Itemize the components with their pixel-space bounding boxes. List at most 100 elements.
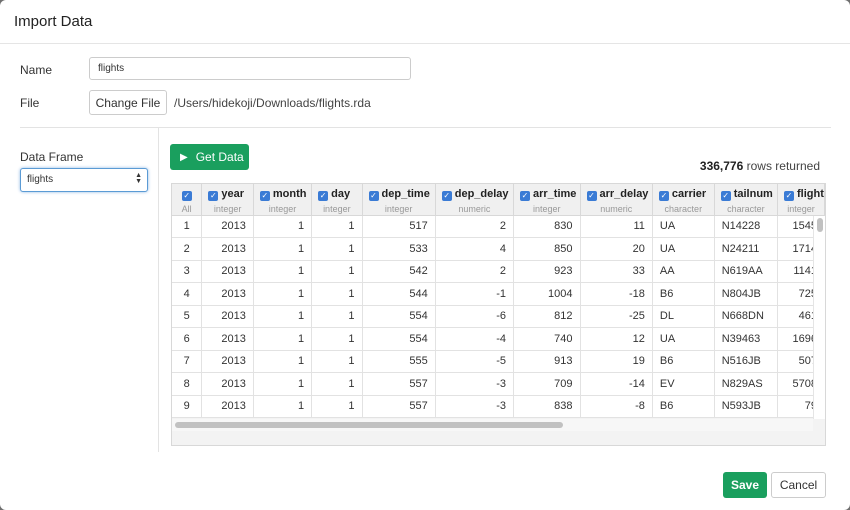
table-cell: 850: [513, 237, 581, 261]
table-cell: 554: [362, 305, 436, 328]
table-cell: -5: [435, 350, 515, 373]
table-cell: 2013: [201, 350, 254, 373]
checkbox-checked-icon[interactable]: ✓: [784, 191, 795, 201]
table-cell: 913: [513, 350, 581, 373]
table-cell: 2: [435, 215, 515, 238]
column-name: day: [331, 188, 351, 200]
column-header-dep-time[interactable]: ✓ dep_time integer: [362, 184, 436, 216]
table-cell: -25: [580, 305, 653, 328]
vertical-divider: [158, 128, 159, 452]
table-cell: N804JB: [714, 282, 779, 306]
checkbox-checked-icon[interactable]: ✓: [720, 191, 731, 201]
table-cell: 557: [362, 395, 436, 418]
table-cell: 1: [253, 350, 313, 373]
column-type: integer: [213, 204, 242, 214]
table-cell: 1: [311, 215, 363, 238]
change-file-button[interactable]: Change File: [89, 90, 167, 115]
table-cell: UA: [652, 237, 715, 261]
select-all-label: All: [181, 204, 192, 214]
checkbox-checked-icon[interactable]: ✓: [259, 191, 270, 201]
select-all-header[interactable]: ✓ All: [172, 184, 203, 216]
table-cell: 557: [362, 372, 436, 396]
column-header-dep-delay[interactable]: ✓ dep_delay numeric: [435, 184, 515, 216]
table-cell: 2013: [201, 215, 254, 238]
column-type: integer: [268, 204, 297, 214]
table-cell: 542: [362, 260, 436, 283]
table-cell: 1: [311, 395, 363, 418]
column-type: integer: [323, 204, 351, 214]
table-row: 1 2013 1 1 517 2 830 11 UA N14228 1545: [172, 215, 825, 238]
save-button[interactable]: Save: [723, 472, 767, 498]
table-cell: 812: [513, 305, 581, 328]
column-type: integer: [384, 204, 413, 214]
table-cell: 740: [513, 327, 581, 351]
table-cell: 2013: [201, 260, 254, 283]
column-type: integer: [532, 204, 561, 214]
table-cell: 533: [362, 237, 436, 261]
table-cell: -1: [435, 282, 515, 306]
checkbox-checked-icon[interactable]: ✓: [318, 191, 329, 201]
table-row: 6 2013 1 1 554 -4 740 12 UA N39463 1696: [172, 327, 825, 351]
vertical-scroll-thumb[interactable]: [817, 218, 823, 232]
table-cell: 554: [362, 327, 436, 351]
table-cell: 1: [253, 237, 313, 261]
data-frame-select-value: flights: [27, 174, 54, 185]
column-header-arr-time[interactable]: ✓ arr_timeinteger: [513, 184, 581, 216]
checkbox-checked-icon[interactable]: ✓: [658, 191, 669, 201]
vertical-scrollbar[interactable]: [813, 216, 825, 419]
column-type: numeric: [458, 204, 491, 214]
checkbox-checked-icon[interactable]: ✓: [441, 191, 452, 201]
column-header-month[interactable]: ✓ month integer: [253, 184, 313, 216]
column-header-day[interactable]: ✓ day integer: [311, 184, 363, 216]
table-cell: 544: [362, 282, 436, 306]
table-cell: 1: [253, 260, 313, 283]
table-row: 9 2013 1 1 557 -3 838 -8 B6 N593JB 79: [172, 395, 825, 418]
name-input[interactable]: [89, 57, 411, 80]
checkbox-checked-icon[interactable]: ✓: [586, 191, 597, 201]
table-cell: 923: [513, 260, 581, 283]
table-cell: N24211: [714, 237, 779, 261]
row-index: 9: [172, 395, 203, 418]
rows-returned-status: 336,776 rows returned: [700, 159, 820, 173]
table-cell: 2013: [201, 395, 254, 418]
data-preview-grid: ✓ All ✓ year integer ✓ month integer ✓ day integer…: [171, 183, 826, 446]
checkbox-checked-icon[interactable]: ✓: [181, 191, 192, 201]
table-cell: UA: [652, 327, 715, 351]
checkbox-checked-icon[interactable]: ✓: [368, 191, 379, 201]
row-index: 4: [172, 282, 203, 306]
data-table: ✓ All ✓ year integer ✓ month integer ✓ day integer…: [172, 184, 825, 418]
column-header-flight[interactable]: ✓ flight integer: [777, 184, 825, 216]
column-header-arr-delay[interactable]: ✓ arr_delay numeric: [580, 184, 653, 216]
table-cell: B6: [652, 282, 715, 306]
table-cell: 2013: [201, 327, 254, 351]
table-cell: -18: [580, 282, 653, 306]
divider: [20, 127, 831, 128]
table-cell: 1: [311, 350, 363, 373]
table-cell: B6: [652, 350, 715, 373]
get-data-button[interactable]: ▶ Get Data: [170, 144, 249, 170]
column-header-carrier[interactable]: ✓ carrier character: [652, 184, 715, 216]
column-name: arr_time: [533, 188, 577, 200]
table-cell: 2013: [201, 282, 254, 306]
table-cell: N829AS: [714, 372, 779, 396]
table-row: 7 2013 1 1 555 -5 913 19 B6 N516JB 507: [172, 350, 825, 373]
file-path: /Users/hidekoji/Downloads/flights.rda: [174, 96, 371, 110]
cancel-button[interactable]: Cancel: [771, 472, 826, 498]
file-label: File: [20, 96, 40, 110]
checkbox-checked-icon[interactable]: ✓: [208, 191, 219, 201]
column-type: integer: [787, 204, 815, 214]
data-frame-select[interactable]: flights ▲ ▼: [20, 168, 148, 192]
table-cell: 2013: [201, 305, 254, 328]
row-index: 7: [172, 350, 203, 373]
column-name: month: [272, 188, 307, 200]
horizontal-scrollbar[interactable]: [172, 419, 813, 431]
table-cell: 4: [435, 237, 515, 261]
table-cell: N619AA: [714, 260, 779, 283]
column-name: flight: [797, 188, 824, 200]
checkbox-checked-icon[interactable]: ✓: [520, 191, 530, 201]
table-cell: 1004: [513, 282, 581, 306]
column-header-year[interactable]: ✓ year integer: [201, 184, 254, 216]
horizontal-scroll-thumb[interactable]: [175, 422, 563, 428]
column-header-tailnum[interactable]: ✓ tailnum character: [714, 184, 779, 216]
table-cell: -14: [580, 372, 653, 396]
